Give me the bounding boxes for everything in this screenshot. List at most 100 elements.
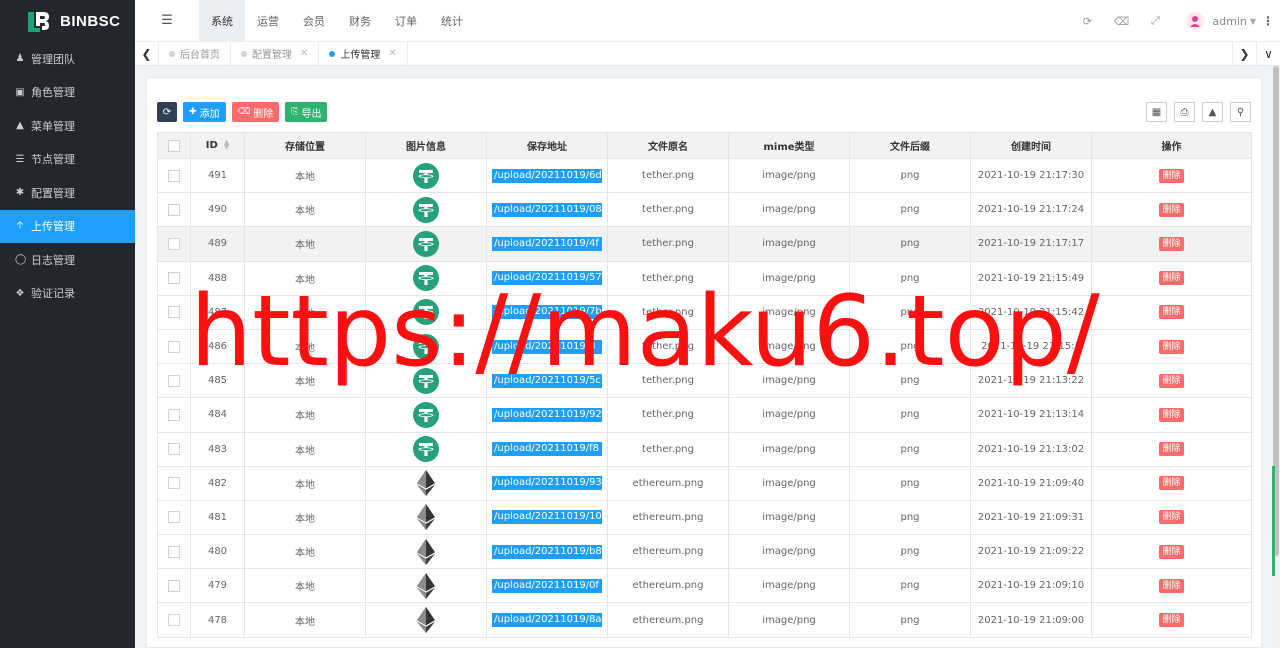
tether-logo-icon[interactable] [413,162,439,189]
row-checkbox[interactable] [168,272,180,285]
path-badge[interactable]: /upload/20211019/0f [492,578,602,593]
add-button[interactable]: ✚ 添加 [183,102,226,122]
brand[interactable]: BINBSC [0,0,135,42]
path-badge[interactable]: /upload/20211019/b8 [492,544,602,559]
row-delete-button[interactable]: 删除 [1159,544,1184,559]
row-checkbox-cell[interactable] [157,397,191,433]
sidebar-item-menus[interactable]: ▲ 菜单管理 [0,109,135,143]
cell-path[interactable]: /upload/20211019/57 [486,260,608,296]
tab-home[interactable]: 后台首页 [159,41,231,66]
table-row[interactable]: 484 本地/upload/20211019/92 tether.png image/… [157,397,1252,433]
cell-path[interactable]: /upload/20211019/93 [486,465,608,501]
cell-path[interactable]: /upload/20211019/4f [486,226,608,262]
table-row[interactable]: 491 本地/upload/20211019/6d tether.png image/… [157,157,1252,194]
more-vertical-icon[interactable]: ⋮ [1256,14,1280,28]
tether-logo-icon[interactable] [413,436,439,463]
sidebar-item-nodes[interactable]: ☰ 节点管理 [0,143,135,177]
row-delete-button[interactable]: 删除 [1159,168,1184,183]
row-checkbox-cell[interactable] [157,363,191,399]
cell-image[interactable] [365,397,487,433]
table-row[interactable]: 480 本地/upload/20211019/b8 ethereum.png imag… [157,534,1252,570]
delete-button[interactable]: ⌫ 删除 [231,102,280,122]
tether-logo-icon[interactable] [413,265,439,292]
row-checkbox[interactable] [168,614,180,627]
row-delete-button[interactable]: 删除 [1159,373,1184,388]
row-checkbox[interactable] [168,477,180,490]
path-badge[interactable]: /upload/20211019/57 [492,271,602,286]
user-name[interactable]: admin [1212,15,1246,28]
cell-path[interactable]: /upload/20211019/6d [486,157,608,194]
cell-path[interactable]: /upload/20211019/08 [486,192,608,228]
cell-image[interactable] [365,431,487,467]
table-row[interactable]: 481 本地/upload/20211019/10 ethereum.png imag… [157,499,1252,536]
cell-image[interactable] [365,260,487,296]
path-badge[interactable]: /upload/20211019/f8 [492,442,602,457]
cell-path[interactable]: /upload/20211019/10 [486,499,608,536]
tether-logo-icon[interactable] [413,299,439,326]
sort-icon[interactable]: ▲ ▼ [224,139,229,151]
close-icon[interactable]: ✕ [388,48,396,59]
cell-image[interactable] [365,465,487,501]
row-delete-button[interactable]: 删除 [1159,271,1184,286]
fullscreen-icon[interactable]: ⤢ [1138,14,1172,28]
cell-image[interactable] [365,602,487,638]
table-row[interactable]: 490 本地/upload/20211019/08 tether.png image/… [157,192,1252,228]
row-checkbox-cell[interactable] [157,465,191,501]
path-badge[interactable]: /upload/20211019/93 [492,476,602,491]
row-checkbox-cell[interactable] [157,294,191,330]
search-icon[interactable]: ⚲ [1230,102,1251,122]
cell-path[interactable]: /upload/20211019/8 [486,328,608,365]
cell-path[interactable]: /upload/20211019/f8 [486,431,608,467]
table-row[interactable]: 483 本地/upload/20211019/f8 tether.png image/… [157,431,1252,467]
row-delete-button[interactable]: 删除 [1159,407,1184,422]
cell-image[interactable] [365,226,487,262]
sidebar-item-roles[interactable]: ▣ 角色管理 [0,76,135,110]
ethereum-logo-icon[interactable] [417,470,435,497]
row-delete-button[interactable]: 删除 [1159,339,1184,354]
row-checkbox[interactable] [168,340,180,353]
cell-image[interactable] [365,294,487,330]
menu-toggle-icon[interactable]: ☰ [135,0,199,42]
tab-config[interactable]: 配置管理 ✕ [231,41,320,66]
col-id[interactable]: ID ▲ ▼ [190,132,245,159]
row-delete-button[interactable]: 删除 [1159,442,1184,457]
row-delete-button[interactable]: 删除 [1159,578,1184,593]
tether-logo-icon[interactable] [413,196,439,223]
tabs-next-icon[interactable]: ❯ [1232,42,1256,66]
trash-icon[interactable]: ⌫ [1104,15,1138,28]
tab-upload[interactable]: 上传管理 ✕ [319,41,408,66]
path-badge[interactable]: /upload/20211019/7b [492,305,602,320]
ethereum-logo-icon[interactable] [417,572,435,599]
sidebar-item-logs[interactable]: ◯ 日志管理 [0,243,135,277]
tabs-dropdown-icon[interactable]: ∨ [1256,42,1280,66]
sidebar-item-upload[interactable]: 🡡 上传管理 [0,209,135,243]
tether-logo-icon[interactable] [413,333,439,360]
select-all-checkbox-cell[interactable] [157,132,191,159]
topnav-members[interactable]: 会员 [291,0,337,42]
cell-path[interactable]: /upload/20211019/5c [486,363,608,399]
cell-image[interactable] [365,499,487,536]
row-delete-button[interactable]: 删除 [1159,305,1184,320]
cell-image[interactable] [365,328,487,365]
sidebar-item-config[interactable]: ✱ 配置管理 [0,176,135,210]
cell-image[interactable] [365,534,487,570]
table-row[interactable]: 485 本地/upload/20211019/5c tether.png image/… [157,363,1252,399]
row-checkbox-cell[interactable] [157,499,191,536]
row-checkbox[interactable] [168,169,180,182]
table-row[interactable]: 487 本地/upload/20211019/7b tether.png image/… [157,294,1252,330]
table-row[interactable]: 486 本地/upload/20211019/8 tether.png image/p… [157,328,1252,365]
cell-path[interactable]: /upload/20211019/b8 [486,534,608,570]
path-badge[interactable]: /upload/20211019/5c [492,373,602,388]
row-checkbox[interactable] [168,203,180,216]
cell-image[interactable] [365,192,487,228]
row-checkbox-cell[interactable] [157,534,191,570]
row-checkbox-cell[interactable] [157,431,191,467]
row-checkbox[interactable] [168,511,180,524]
tabs-prev-icon[interactable]: ❮ [135,41,159,66]
row-checkbox-cell[interactable] [157,192,191,228]
cell-image[interactable] [365,157,487,194]
sidebar-item-verify[interactable]: ❖ 验证记录 [0,277,135,311]
row-checkbox[interactable] [168,545,180,558]
row-checkbox[interactable] [168,408,180,421]
table-row[interactable]: 482 本地/upload/20211019/93 ethereum.png imag… [157,465,1252,501]
